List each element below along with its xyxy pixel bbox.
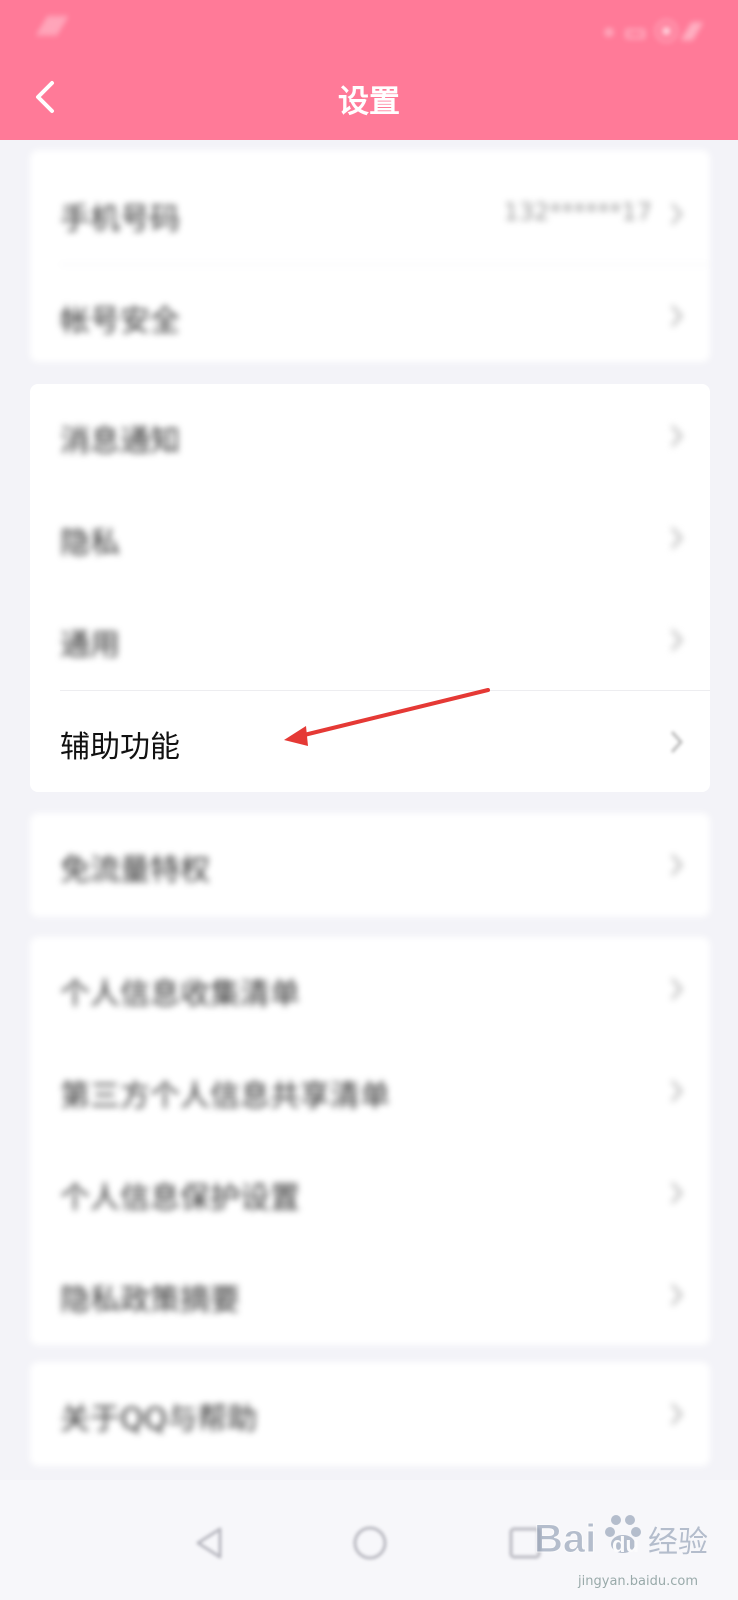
settings-row-privacy-summary[interactable]: 隐私政策摘要 [30, 1243, 710, 1345]
settings-row-notifications[interactable]: 消息通知 [30, 384, 710, 486]
settings-row-accessibility[interactable]: 辅助功能 [30, 690, 710, 792]
chevron-right-icon [670, 424, 684, 448]
chevron-right-icon [670, 977, 684, 1001]
baidu-watermark-logo: Bai du 经验 [534, 1515, 708, 1562]
chevron-right-icon [670, 1079, 684, 1103]
row-label: 个人信息保护设置 [60, 1181, 300, 1216]
nav-home-button[interactable] [340, 1513, 400, 1573]
phone-number-value: 132******17 [503, 198, 652, 226]
row-label: 通用 [60, 628, 120, 663]
svg-text:经验: 经验 [648, 1525, 708, 1560]
settings-row-info-collection[interactable]: 个人信息收集清单 [30, 937, 710, 1039]
row-label: 个人信息收集清单 [60, 977, 300, 1012]
row-label: 辅助功能 [60, 730, 180, 765]
triangle-back-icon [196, 1527, 222, 1559]
group-personal-info: 个人信息收集清单 第三方个人信息共享清单 个人信息保护设置 隐私政策摘要 [30, 937, 710, 1345]
row-label: 免流量特权 [60, 853, 210, 888]
chevron-right-icon [670, 304, 684, 328]
chevron-right-icon [670, 202, 684, 226]
row-label: 隐私 [60, 526, 120, 561]
row-label: 第三方个人信息共享清单 [60, 1079, 390, 1114]
chevron-right-icon [670, 1283, 684, 1307]
settings-row-phone[interactable]: 手机号码 132******17 [30, 162, 710, 264]
settings-row-account-security[interactable]: 帐号安全 [30, 264, 710, 366]
row-label: 隐私政策摘要 [60, 1283, 240, 1318]
nav-back-button[interactable] [180, 1513, 240, 1573]
row-label: 关于QQ与帮助 [60, 1402, 258, 1437]
chevron-right-icon [670, 1181, 684, 1205]
status-right-text: ∘ ▭ ⦿ ⁄⁄⁄ [601, 18, 698, 46]
top-app-bar: ⁄⁄⁄⁄ ∘ ▭ ⦿ ⁄⁄⁄ 设置 [0, 0, 738, 140]
watermark-url: jingyan.baidu.com [578, 1574, 698, 1589]
circle-home-icon [353, 1526, 387, 1560]
chevron-right-icon [670, 853, 684, 877]
page-title: 设置 [338, 84, 400, 120]
status-left-text: ⁄⁄⁄⁄ [42, 12, 64, 42]
row-label: 消息通知 [60, 424, 180, 459]
svg-text:du: du [612, 1532, 639, 1557]
settings-row-third-party-sharing[interactable]: 第三方个人信息共享清单 [30, 1039, 710, 1141]
svg-text:Bai: Bai [534, 1517, 596, 1561]
group-free-data: 免流量特权 [30, 813, 710, 917]
chevron-right-icon [670, 526, 684, 550]
group-about: 关于QQ与帮助 [30, 1362, 710, 1466]
group-account: 手机号码 132******17 帐号安全 [30, 150, 710, 362]
chevron-right-icon [670, 1402, 684, 1426]
settings-row-info-protection[interactable]: 个人信息保护设置 [30, 1141, 710, 1243]
settings-row-general[interactable]: 通用 [30, 588, 710, 690]
chevron-right-icon [670, 628, 684, 652]
chevron-right-icon [670, 730, 684, 754]
row-label: 帐号安全 [60, 304, 180, 339]
settings-row-privacy[interactable]: 隐私 [30, 486, 710, 588]
status-bar: ⁄⁄⁄⁄ ∘ ▭ ⦿ ⁄⁄⁄ [0, 0, 738, 50]
row-label: 手机号码 [60, 202, 180, 237]
settings-row-free-data[interactable]: 免流量特权 [30, 813, 710, 915]
group-general: 消息通知 隐私 通用 辅助功能 [30, 384, 710, 792]
settings-row-about-help[interactable]: 关于QQ与帮助 [30, 1362, 710, 1464]
